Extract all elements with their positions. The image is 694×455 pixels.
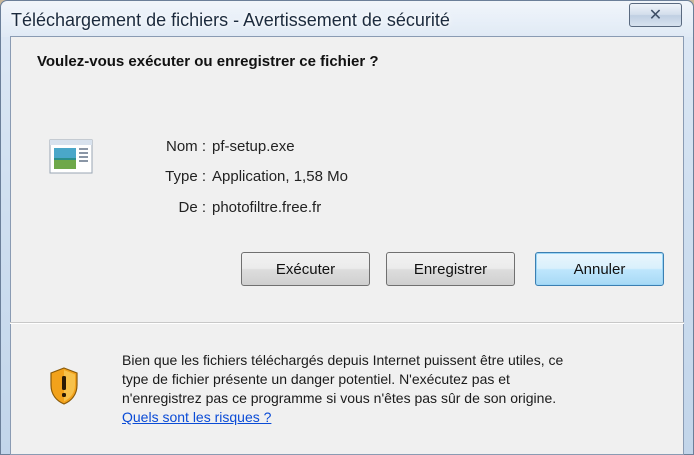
- warning-line: Bien que les fichiers téléchargés depuis…: [122, 352, 564, 368]
- window-title: Téléchargement de fichiers - Avertisseme…: [11, 10, 450, 30]
- save-button[interactable]: Enregistrer: [386, 252, 515, 286]
- security-shield-icon: [50, 367, 78, 405]
- file-source-label: De :: [178, 199, 206, 216]
- title-bar[interactable]: Téléchargement de fichiers - Avertisseme…: [1, 1, 693, 37]
- run-button[interactable]: Exécuter: [241, 252, 370, 286]
- dialog-question: Voulez-vous exécuter ou enregistrer ce f…: [37, 53, 379, 70]
- close-button[interactable]: ✕: [629, 3, 682, 27]
- file-type-value: Application, 1,58 Mo: [212, 168, 348, 185]
- file-source-value: photofiltre.free.fr: [212, 199, 322, 216]
- risks-link[interactable]: Quels sont les risques ?: [122, 408, 271, 427]
- cancel-button[interactable]: Annuler: [535, 252, 664, 286]
- file-name-label: Nom :: [165, 138, 206, 155]
- section-divider: [10, 322, 684, 324]
- file-name-value: pf-setup.exe: [212, 138, 295, 155]
- warning-line: n'enregistrez pas ce programme si vous n…: [122, 390, 557, 406]
- close-icon: ✕: [648, 5, 663, 24]
- warning-line: type de fichier présente un danger poten…: [122, 371, 510, 387]
- warning-message: Bien que les fichiers téléchargés depuis…: [122, 351, 672, 408]
- security-warning-dialog: Téléchargement de fichiers - Avertisseme…: [0, 0, 694, 455]
- file-type-label: Type :: [165, 168, 206, 185]
